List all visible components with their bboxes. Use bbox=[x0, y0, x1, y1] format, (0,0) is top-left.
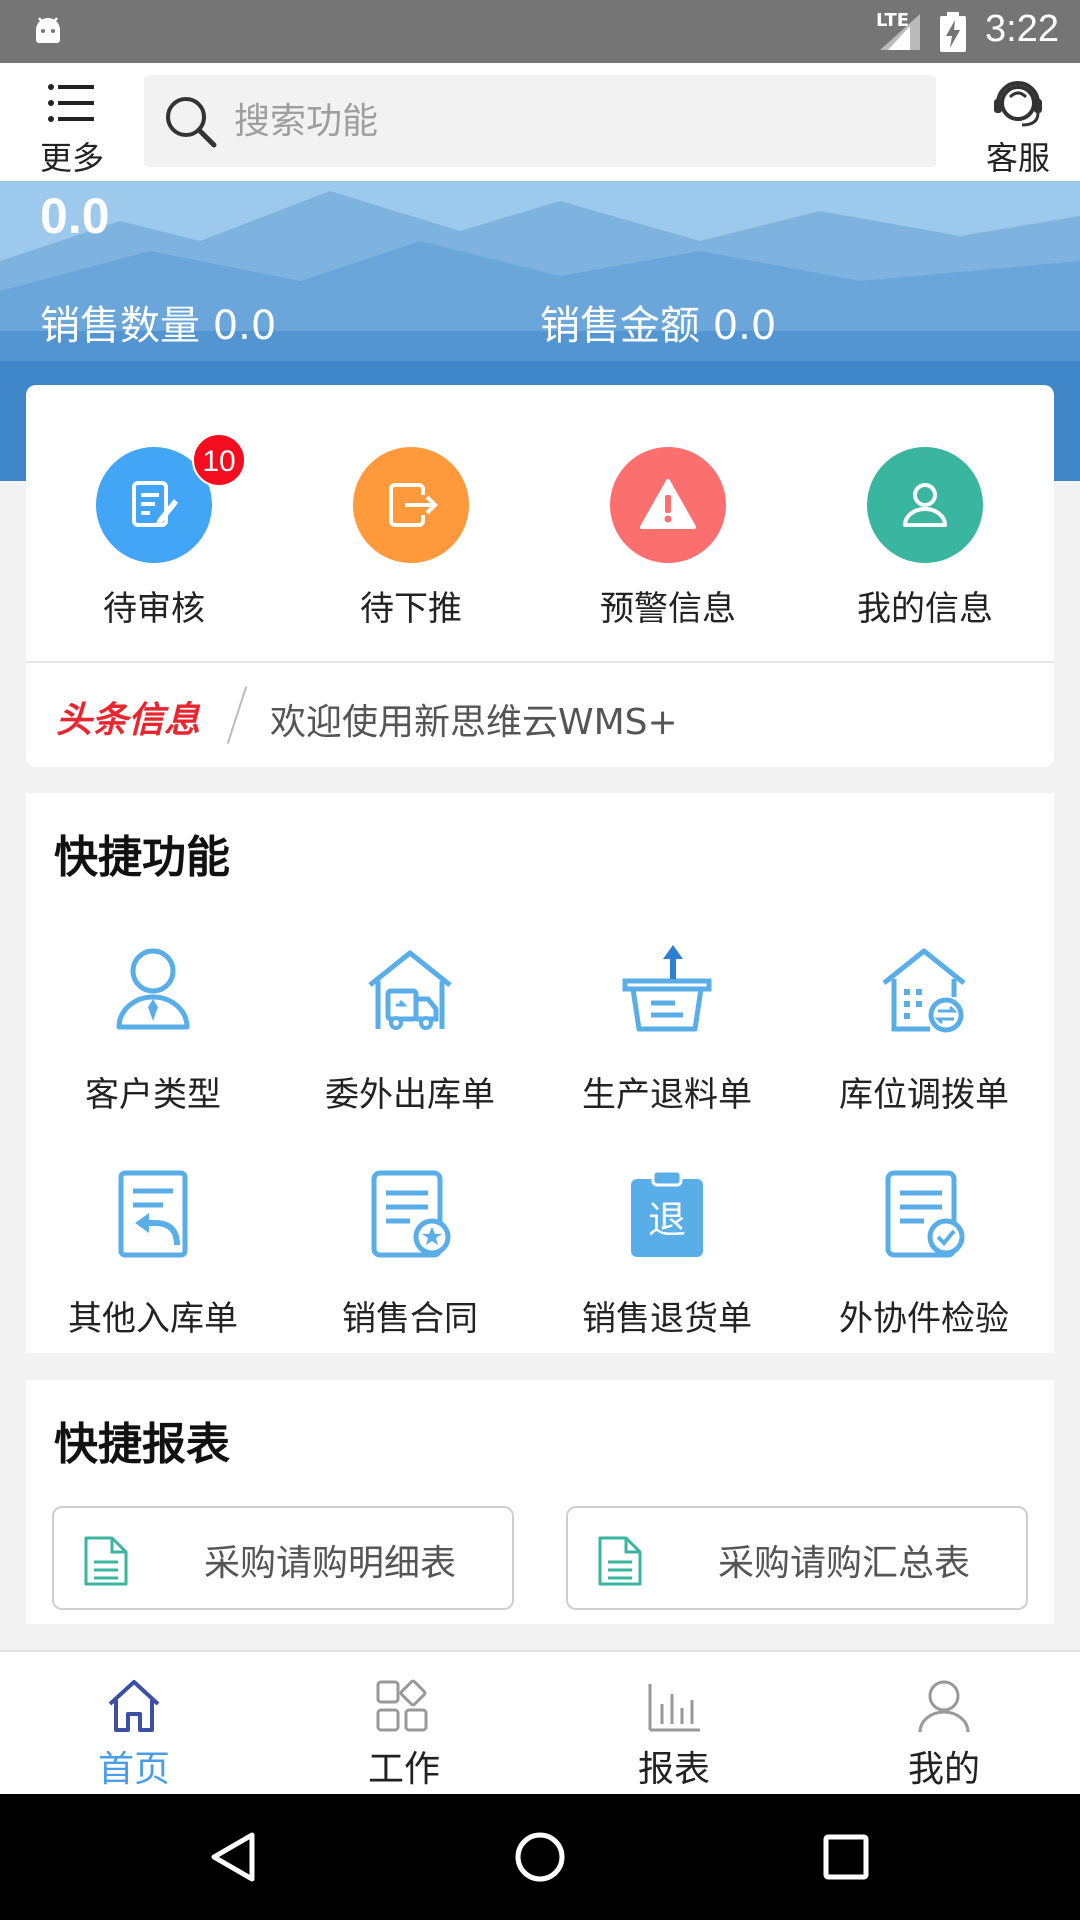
top-bar: 更多 客服 bbox=[0, 63, 1080, 181]
profile-icon bbox=[918, 1680, 970, 1733]
feature-sales-contract[interactable]: 销售合同 bbox=[285, 1165, 535, 1340]
sales-total: 0.0 bbox=[40, 188, 110, 244]
menu-icon bbox=[48, 84, 94, 122]
document-return-icon bbox=[118, 1170, 188, 1258]
feature-customer-type[interactable]: 客户类型 bbox=[28, 941, 278, 1116]
quick-actions-card: 10 待审核 待下推 预警信息 我的信息 头条信息 欢迎使用新思维云WMS+ bbox=[26, 385, 1054, 767]
search-box[interactable] bbox=[144, 75, 936, 167]
nav-mine[interactable]: 我的 bbox=[844, 1674, 1044, 1792]
more-button[interactable]: 更多 bbox=[30, 77, 114, 177]
contract-star-icon bbox=[371, 1170, 451, 1258]
report-label: 采购请购汇总表 bbox=[718, 1543, 971, 1584]
quick-icon-circle bbox=[610, 447, 726, 563]
sales-amount: 销售金额 0.0 bbox=[540, 303, 777, 349]
home-circle-icon[interactable] bbox=[512, 1829, 568, 1885]
feature-location-transfer[interactable]: 库位调拨单 bbox=[799, 941, 1049, 1116]
nav-label: 首页 bbox=[97, 1749, 170, 1790]
section-title: 快捷报表 bbox=[54, 1419, 230, 1470]
quick-icon-circle bbox=[867, 447, 983, 563]
quick-label: 我的信息 bbox=[857, 589, 993, 629]
feature-label: 生产退料单 bbox=[582, 1075, 752, 1115]
nav-home[interactable]: 首页 bbox=[34, 1674, 234, 1792]
bottom-nav: 首页 工作 报表 我的 bbox=[0, 1650, 1080, 1794]
quick-reports-section: 快捷报表 采购请购明细表 采购请购汇总表 bbox=[26, 1380, 1054, 1624]
section-title: 快捷功能 bbox=[54, 832, 230, 883]
truck-warehouse-icon bbox=[368, 950, 452, 1030]
feature-label: 委外出库单 bbox=[325, 1075, 495, 1115]
clock: 3:22 bbox=[985, 8, 1059, 50]
report-file-icon bbox=[598, 1536, 642, 1586]
quick-pending-review[interactable]: 10 待审核 bbox=[54, 433, 254, 630]
report-purchase-request-summary[interactable]: 采购请购汇总表 bbox=[566, 1506, 1028, 1610]
quick-icon-circle: 10 bbox=[96, 433, 246, 563]
feature-label: 外协件检验 bbox=[839, 1299, 1009, 1339]
feature-production-return[interactable]: 生产退料单 bbox=[542, 941, 792, 1116]
quick-features-section: 快捷功能 客户类型 委外出库单 生产退料单 库位调拨单 其他入库单 销售合同 退… bbox=[26, 793, 1054, 1353]
quick-label: 预警信息 bbox=[600, 589, 736, 629]
feature-label: 销售退货单 bbox=[582, 1299, 752, 1339]
battery-charging-icon bbox=[940, 12, 966, 52]
report-label: 采购请购明细表 bbox=[204, 1543, 457, 1584]
feature-other-inbound[interactable]: 其他入库单 bbox=[28, 1165, 278, 1340]
nav-work[interactable]: 工作 bbox=[304, 1674, 504, 1792]
feature-label: 销售合同 bbox=[342, 1299, 478, 1339]
export-icon bbox=[389, 483, 438, 527]
svg-text:退: 退 bbox=[648, 1198, 686, 1242]
customer-icon bbox=[116, 948, 190, 1030]
nav-reports[interactable]: 报表 bbox=[574, 1674, 774, 1792]
search-icon bbox=[166, 97, 217, 148]
headline-separator bbox=[226, 686, 248, 744]
status-bar: LTE 3:22 bbox=[0, 0, 1080, 63]
more-label: 更多 bbox=[39, 139, 104, 177]
feature-label: 库位调拨单 bbox=[839, 1075, 1009, 1115]
quick-label: 待审核 bbox=[103, 589, 205, 629]
android-icon bbox=[36, 17, 60, 43]
user-icon bbox=[903, 483, 947, 527]
quick-warning-info[interactable]: 预警信息 bbox=[568, 447, 768, 630]
system-nav-bar bbox=[0, 1794, 1080, 1920]
feature-outsourced-inspection[interactable]: 外协件检验 bbox=[799, 1165, 1049, 1340]
bar-chart-icon bbox=[648, 1684, 700, 1732]
return-box-icon bbox=[622, 945, 712, 1032]
service-label: 客服 bbox=[985, 139, 1050, 177]
quick-label: 待下推 bbox=[360, 589, 462, 629]
inspection-check-icon bbox=[885, 1170, 965, 1258]
report-purchase-request-detail[interactable]: 采购请购明细表 bbox=[52, 1506, 514, 1610]
quick-pending-push[interactable]: 待下推 bbox=[311, 447, 511, 630]
divider bbox=[26, 661, 1054, 663]
feature-sales-return[interactable]: 退 销售退货单 bbox=[542, 1165, 792, 1340]
recents-icon[interactable] bbox=[818, 1829, 874, 1885]
apps-icon bbox=[376, 1679, 428, 1732]
report-file-icon bbox=[84, 1536, 128, 1586]
edit-document-icon bbox=[132, 481, 178, 527]
sales-quantity: 销售数量 0.0 bbox=[40, 303, 277, 349]
quick-my-info[interactable]: 我的信息 bbox=[825, 447, 1025, 630]
feature-label: 客户类型 bbox=[85, 1075, 221, 1115]
headline-tag: 头条信息 bbox=[56, 700, 201, 741]
back-icon[interactable] bbox=[206, 1829, 262, 1885]
nav-label: 我的 bbox=[907, 1749, 980, 1790]
signal-icon bbox=[880, 14, 920, 50]
quick-icon-circle bbox=[353, 447, 469, 563]
nav-label: 报表 bbox=[637, 1749, 710, 1790]
customer-service-button[interactable]: 客服 bbox=[968, 73, 1068, 177]
warning-icon bbox=[640, 479, 696, 529]
return-clipboard-icon: 退 bbox=[631, 1169, 703, 1257]
nav-label: 工作 bbox=[367, 1749, 440, 1790]
feature-outsource-outbound[interactable]: 委外出库单 bbox=[285, 941, 535, 1116]
pending-count-badge: 10 bbox=[192, 433, 246, 487]
warehouse-transfer-icon bbox=[882, 948, 966, 1033]
home-icon bbox=[108, 1680, 160, 1732]
feature-label: 其他入库单 bbox=[68, 1299, 238, 1339]
headline-text[interactable]: 欢迎使用新思维云WMS+ bbox=[270, 693, 678, 745]
search-input[interactable] bbox=[234, 75, 914, 167]
headset-icon bbox=[994, 81, 1042, 127]
